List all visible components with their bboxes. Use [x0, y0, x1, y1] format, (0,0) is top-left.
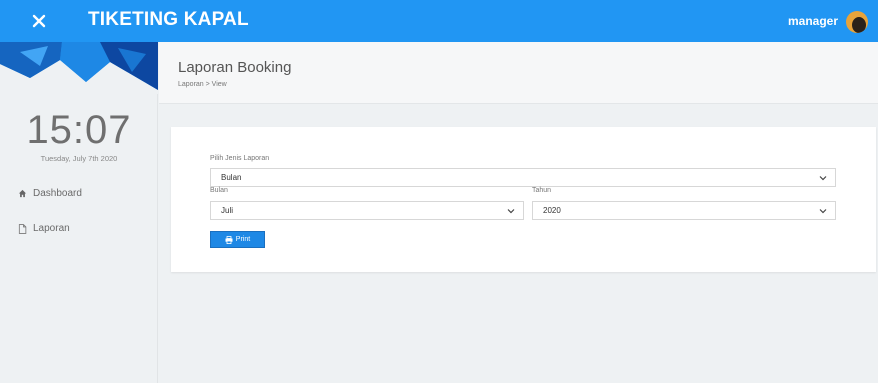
- year-select[interactable]: 2020: [532, 201, 836, 220]
- sidebar-item-label: Dashboard: [33, 188, 82, 199]
- file-icon: [18, 223, 27, 234]
- clock-time: 15:07: [26, 108, 132, 152]
- top-navbar: TIKETING KAPAL manager: [0, 0, 878, 42]
- home-icon: [18, 189, 27, 198]
- month-value: Juli: [221, 206, 234, 215]
- print-button[interactable]: Print: [210, 231, 265, 248]
- chevron-down-icon: [507, 209, 515, 214]
- print-button-label: Print: [235, 236, 251, 243]
- user-menu-name[interactable]: manager: [788, 14, 838, 28]
- month-select[interactable]: Juli: [210, 201, 524, 220]
- year-label: Tahun: [532, 187, 552, 194]
- app-brand[interactable]: TIKETING KAPAL: [88, 9, 249, 31]
- report-form-card: Pilih Jenis Laporan Bulan Bulan Juli Tah…: [171, 127, 876, 272]
- page-header: Laporan Booking Laporan > View: [159, 42, 878, 104]
- avatar[interactable]: [846, 11, 868, 33]
- year-value: 2020: [543, 206, 561, 215]
- report-type-value: Bulan: [221, 173, 242, 182]
- sidebar-toggle-button[interactable]: [0, 0, 77, 42]
- print-icon: [225, 235, 233, 244]
- month-label: Bulan: [210, 187, 228, 194]
- report-type-label: Pilih Jenis Laporan: [210, 155, 270, 162]
- chevron-down-icon: [819, 176, 827, 181]
- chevron-down-icon: [819, 209, 827, 214]
- report-type-select[interactable]: Bulan: [210, 168, 836, 187]
- sidebar-item-laporan[interactable]: Laporan: [18, 223, 70, 234]
- sidebar-item-dashboard[interactable]: Dashboard: [18, 188, 82, 199]
- breadcrumb: Laporan > View: [178, 81, 227, 88]
- sidebar-banner-image: [0, 42, 158, 94]
- sidebar-item-label: Laporan: [33, 223, 70, 234]
- clock-date: Tuesday, July 7th 2020: [40, 154, 118, 163]
- sidebar: 15:07 Tuesday, July 7th 2020 Dashboard L…: [0, 42, 158, 383]
- close-icon: [32, 14, 45, 28]
- page-title: Laporan Booking: [178, 59, 292, 76]
